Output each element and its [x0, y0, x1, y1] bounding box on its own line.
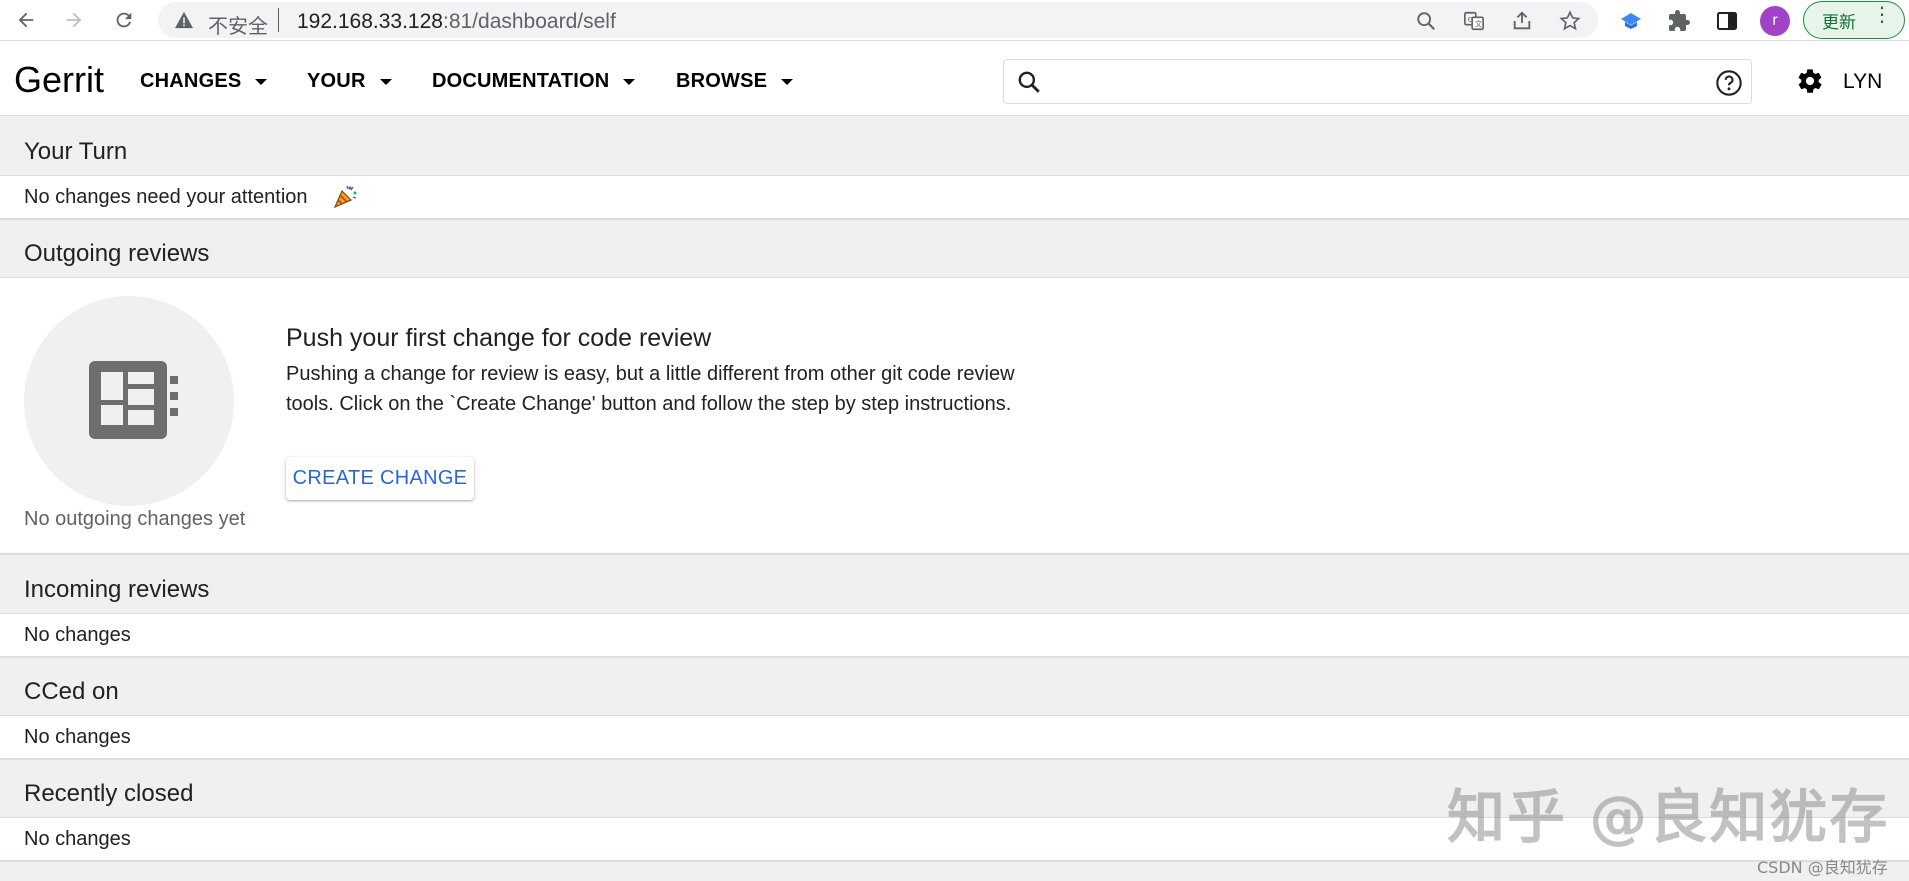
- url-divider: [278, 8, 279, 32]
- back-arrow-icon: [18, 12, 34, 28]
- forward-arrow-icon: [66, 12, 82, 28]
- back-button[interactable]: [12, 6, 40, 34]
- reload-icon: [116, 12, 132, 28]
- translate-icon[interactable]: G文: [1462, 9, 1486, 33]
- your-turn-message: No changes need your attention: [24, 186, 308, 208]
- push-first-change-description: Pushing a change for review is easy, but…: [286, 363, 1015, 415]
- address-bar[interactable]: 不安全 192.168.33.128:81/dashboard/self G文: [158, 2, 1598, 38]
- extension-graduation-icon[interactable]: [1618, 8, 1644, 34]
- section-incoming-reviews: No changes: [0, 613, 1909, 658]
- menu-browse[interactable]: BROWSE: [676, 70, 794, 93]
- section-cced-on: No changes: [0, 715, 1909, 760]
- svg-text:文: 文: [1475, 20, 1483, 29]
- section-your-turn: No changes need your attention: [0, 175, 1909, 220]
- menu-your-label: YOUR: [307, 70, 366, 92]
- change-list-illustration-icon: [89, 361, 178, 439]
- section-title-incoming: Incoming reviews: [24, 576, 210, 603]
- profile-avatar[interactable]: r: [1760, 6, 1790, 36]
- incoming-message: No changes: [24, 624, 131, 646]
- menu-documentation-label: DOCUMENTATION: [432, 70, 610, 92]
- more-menu-icon: ⋮: [1872, 2, 1892, 26]
- svg-text:G: G: [1468, 15, 1474, 24]
- search-icon: [1018, 71, 1040, 93]
- cced-message: No changes: [24, 726, 131, 748]
- warning-icon: [175, 11, 193, 29]
- user-account-name[interactable]: LYN: [1843, 70, 1882, 94]
- url-host: 192.168.33.128: [297, 10, 443, 33]
- forward-button[interactable]: [60, 6, 88, 34]
- update-label: 更新: [1822, 12, 1856, 33]
- menu-documentation[interactable]: DOCUMENTATION: [432, 70, 636, 93]
- search-input[interactable]: [1052, 66, 1692, 98]
- caret-down-icon: [255, 78, 268, 85]
- gerrit-logo[interactable]: Gerrit: [14, 59, 104, 101]
- side-panel-icon[interactable]: [1714, 8, 1740, 34]
- security-label[interactable]: 不安全: [208, 10, 268, 39]
- party-popper-icon: [333, 185, 357, 209]
- empty-state-illustration: [24, 296, 234, 506]
- section-title-cced: CCed on: [24, 678, 119, 705]
- url-text[interactable]: 192.168.33.128:81/dashboard/self: [297, 10, 616, 34]
- menu-changes-label: CHANGES: [140, 70, 242, 92]
- section-outgoing-reviews: No outgoing changes yet Push your first …: [0, 277, 1909, 555]
- help-icon[interactable]: [1715, 69, 1743, 97]
- empty-state-caption: No outgoing changes yet: [24, 508, 246, 530]
- gerrit-header: Gerrit CHANGES YOUR DOCUMENTATION BROWSE…: [0, 41, 1909, 116]
- watermark-csdn: CSDN @良知犹存: [1757, 858, 1888, 877]
- caret-down-icon: [379, 78, 392, 85]
- bookmark-star-icon[interactable]: [1558, 9, 1582, 33]
- menu-browse-label: BROWSE: [676, 70, 768, 92]
- share-icon[interactable]: [1510, 9, 1534, 33]
- zoom-search-icon[interactable]: [1414, 9, 1438, 33]
- section-title-your-turn: Your Turn: [24, 138, 128, 165]
- section-title-recently-closed: Recently closed: [24, 780, 194, 807]
- caret-down-icon: [623, 78, 636, 85]
- update-button[interactable]: 更新 ⋮: [1803, 1, 1905, 39]
- settings-gear-icon[interactable]: [1796, 67, 1824, 95]
- extensions-puzzle-icon[interactable]: [1666, 8, 1692, 34]
- watermark-zhihu: 知乎 @良知犹存: [1447, 783, 1890, 851]
- reload-button[interactable]: [110, 6, 138, 34]
- search-box: [1003, 59, 1752, 104]
- create-change-button[interactable]: CREATE CHANGE: [286, 457, 474, 500]
- browser-toolbar: 不安全 192.168.33.128:81/dashboard/self G文 …: [0, 0, 1909, 41]
- recently-closed-message: No changes: [24, 828, 131, 850]
- menu-changes[interactable]: CHANGES: [140, 70, 268, 93]
- caret-down-icon: [781, 78, 794, 85]
- url-path: :81/dashboard/self: [442, 10, 616, 33]
- menu-your[interactable]: YOUR: [307, 70, 392, 93]
- section-title-outgoing: Outgoing reviews: [24, 240, 210, 267]
- push-first-change-heading: Push your first change for code review: [286, 324, 712, 352]
